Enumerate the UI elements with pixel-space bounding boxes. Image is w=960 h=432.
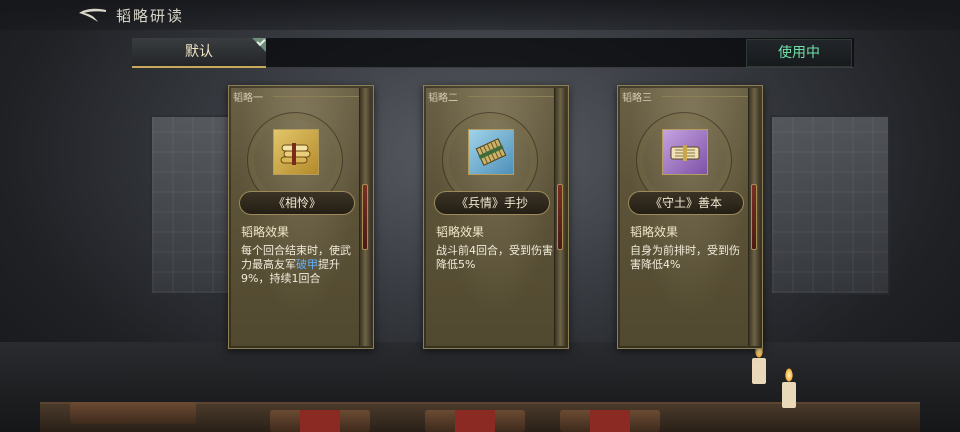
card-name: 《相怜》 <box>239 191 355 215</box>
scroll-purple-icon <box>662 129 708 175</box>
strategy-card-1[interactable]: 韬略一 《相怜》 韬略效果 每个回合结束时，使武力最高友军破甲提升9%，持续1回… <box>228 85 374 349</box>
card-tag: 韬略一 <box>233 93 263 104</box>
flame-decor <box>785 368 793 382</box>
in-use-button[interactable]: 使用中 <box>746 39 852 67</box>
effect-title: 韬略效果 <box>630 225 679 239</box>
background-window <box>770 115 890 295</box>
bamboo-scroll-blue-icon <box>468 129 514 175</box>
page-title: 韬略研读 <box>116 7 185 25</box>
card-name: 《守土》善本 <box>628 191 744 215</box>
tab-strip: 默认 使用中 <box>132 38 854 68</box>
effect-text: 战斗前4回合，受到伤害降低5% <box>436 244 554 272</box>
divider <box>662 96 752 97</box>
back-button[interactable] <box>76 6 108 24</box>
strategy-card-3[interactable]: 韬略三 《守土》善本 韬略效果 自身为前排时，受到伤害降低4% <box>617 85 763 349</box>
card-spine-bar <box>557 184 563 250</box>
effect-text-part: 战斗前4回合，受到伤害降低5% <box>436 244 553 271</box>
scroll-bundle-decor <box>70 402 196 424</box>
tab-default[interactable]: 默认 <box>132 38 266 68</box>
effect-highlight: 破甲 <box>296 258 318 271</box>
divider <box>273 96 363 97</box>
divider <box>468 96 558 97</box>
book-band-decor <box>455 410 495 432</box>
scroll-bundle-gold-icon <box>273 129 319 175</box>
book-band-decor <box>590 410 630 432</box>
effect-title: 韬略效果 <box>241 225 290 239</box>
candle-decor <box>782 382 796 408</box>
top-bar: 韬略研读 <box>0 0 960 30</box>
card-name: 《兵情》手抄 <box>434 191 550 215</box>
strategy-card-2[interactable]: 韬略二 《兵情》手抄 韬略效果 战斗前4回合，受到伤害降低5% <box>423 85 569 349</box>
card-spine-bar <box>362 184 368 250</box>
check-icon <box>252 38 266 52</box>
tab-default-label: 默认 <box>185 44 213 60</box>
book-band-decor <box>300 410 340 432</box>
effect-text: 每个回合结束时，使武力最高友军破甲提升9%，持续1回合 <box>241 244 359 286</box>
effect-text: 自身为前排时，受到伤害降低4% <box>630 244 748 272</box>
card-tag: 韬略二 <box>428 93 458 104</box>
candle-decor <box>752 358 766 384</box>
card-spine-bar <box>751 184 757 250</box>
effect-title: 韬略效果 <box>436 225 485 239</box>
card-tag: 韬略三 <box>622 93 652 104</box>
effect-text-part: 自身为前排时，受到伤害降低4% <box>630 244 740 271</box>
back-arrow-icon <box>79 8 106 22</box>
